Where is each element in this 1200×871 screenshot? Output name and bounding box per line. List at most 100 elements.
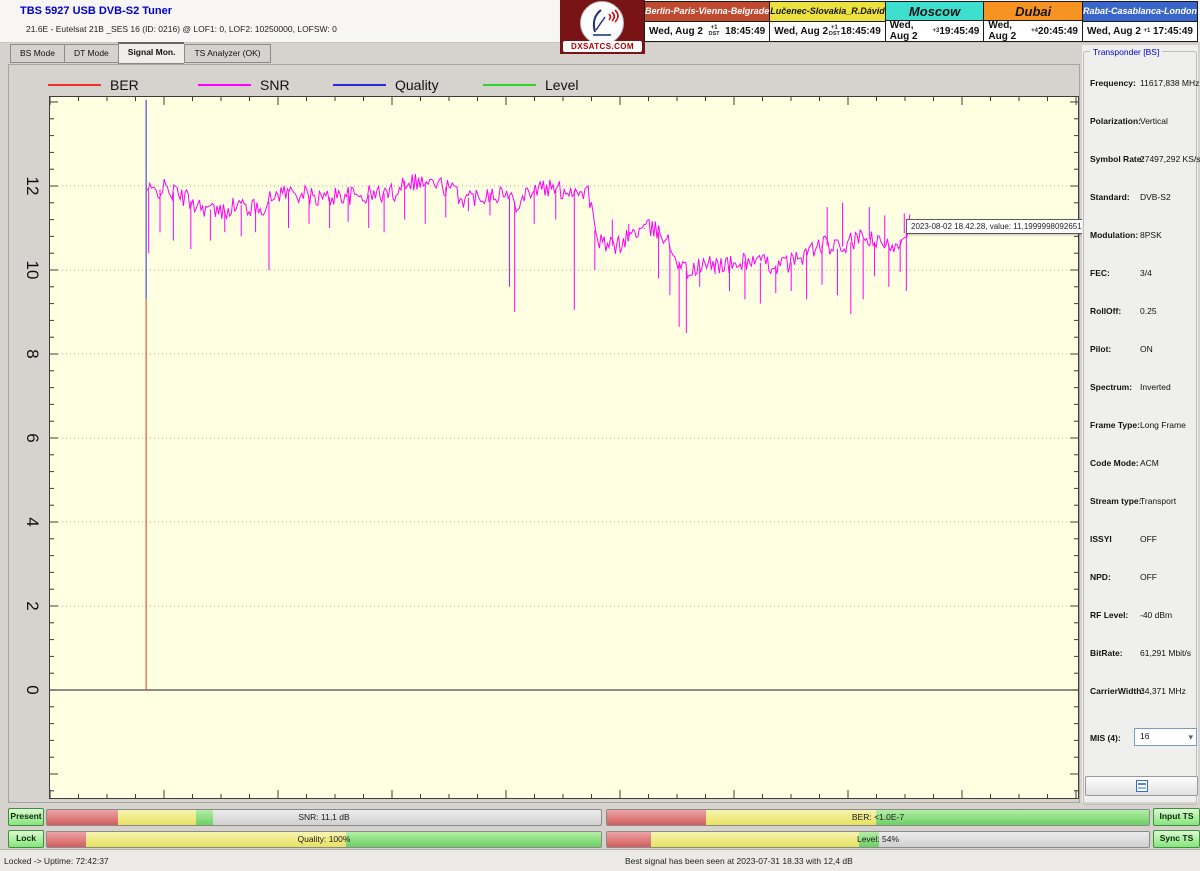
field-value: -40 dBm	[1140, 610, 1172, 620]
y-tick-label-10: 10	[22, 259, 42, 281]
window-title: TBS 5927 USB DVB-S2 Tuner	[20, 5, 172, 17]
dst-flag: DST	[709, 31, 720, 37]
field-value: OFF	[1140, 534, 1157, 544]
field-label: Frame Type:	[1090, 420, 1140, 430]
transponder-row-npd-: NPD:OFF	[1084, 572, 1196, 584]
ber-progress-bar: BER: <1.0E-7	[606, 809, 1150, 826]
transponder-row-stream-type-: Stream type:Transport	[1084, 496, 1196, 508]
clock-time: Wed, Aug 2+117:45:49	[1083, 22, 1197, 41]
bar-label: BER: <1.0E-7	[607, 810, 1149, 825]
y-tick-label-2: 2	[22, 595, 42, 617]
bar-label: SNR: 11,1 dB	[47, 810, 601, 825]
clock-time: Wed, Aug 2 +1DST 18:45:49	[645, 22, 769, 41]
field-label: Symbol Rate:	[1090, 154, 1144, 164]
clock-date: Wed, Aug 2	[1087, 26, 1141, 37]
transponder-row-symbol-rate-: Symbol Rate:27497,292 KS/s	[1084, 154, 1196, 166]
field-value: ON	[1140, 344, 1153, 354]
transponder-row-polarization-: Polarization:Vertical	[1084, 116, 1196, 128]
field-label: Standard:	[1090, 192, 1130, 202]
lock-uptime-status: Locked -> Uptime: 72:42:37	[4, 856, 109, 866]
clock-utc-offset: +1DST	[829, 25, 840, 37]
y-tick-label-6: 6	[22, 427, 42, 449]
utc-offset-value: +3	[933, 28, 940, 34]
field-label: ISSYI	[1090, 534, 1112, 544]
legend-label: BER	[110, 77, 139, 93]
clock-time-value: 17:45:49	[1153, 26, 1193, 37]
y-tick-label-0: 0	[22, 679, 42, 701]
level-progress-bar: Level: 54%	[606, 831, 1150, 848]
status-bar: Locked -> Uptime: 72:42:37 Best signal h…	[0, 849, 1200, 871]
tab-bs-mode[interactable]: BS Mode	[10, 44, 64, 63]
field-value: 27497,292 KS/s	[1140, 154, 1200, 164]
field-value: 61,291 Mbit/s	[1140, 648, 1191, 658]
dxsatcs-logo: DXSATCS.COM	[560, 0, 645, 54]
signal-plot-area[interactable]	[49, 96, 1079, 799]
legend-item-snr: SNR	[198, 76, 290, 94]
clock-utc-offset: +3	[933, 28, 940, 34]
utc-offset-value: +1	[1144, 28, 1151, 34]
y-tick-label-12: 12	[22, 175, 42, 197]
lock-indicator-button[interactable]: Lock	[8, 830, 44, 848]
world-clocks: Berlin-Paris-Vienna-BelgradeWed, Aug 2+1…	[645, 1, 1198, 42]
field-value: Vertical	[1140, 116, 1168, 126]
tab-ts-analyzer-ok-[interactable]: TS Analyzer (OK)	[184, 44, 270, 63]
present-indicator-button[interactable]: Present	[8, 808, 44, 826]
clock-city-label: Rabat-Casablanca-London	[1083, 2, 1197, 22]
field-value: 34,371 MHz	[1140, 686, 1186, 696]
snr-progress-bar: SNR: 11,1 dB	[46, 809, 602, 826]
clock-time-value: 20:45:49	[1038, 26, 1078, 37]
transponder-row-carrierwidth-: CarrierWidth:34,371 MHz	[1084, 686, 1196, 698]
clock-date: Wed, Aug 2	[890, 20, 933, 42]
transponder-sidebar: Transponder [BS] Frequency:11617,838 MHz…	[1082, 45, 1198, 802]
transponder-groupbox: Transponder [BS] Frequency:11617,838 MHz…	[1083, 51, 1197, 805]
field-value: OFF	[1140, 572, 1157, 582]
input-ts-button[interactable]: Input TS	[1153, 808, 1200, 826]
legend-label: Level	[545, 77, 578, 93]
clock-date: Wed, Aug 2	[649, 26, 703, 37]
bar-label: Level: 54%	[607, 832, 1149, 847]
field-label: RF Level:	[1090, 610, 1128, 620]
field-label: Stream type:	[1090, 496, 1142, 506]
field-value: Long Frame	[1140, 420, 1186, 430]
field-value: DVB-S2	[1140, 192, 1171, 202]
clock-5: Rabat-Casablanca-LondonWed, Aug 2+117:45…	[1082, 1, 1198, 42]
tab-dt-mode[interactable]: DT Mode	[64, 44, 118, 63]
clock-time-value: 18:45:49	[725, 26, 765, 37]
snr-trace-chart	[50, 97, 1078, 798]
field-label: Frequency:	[1090, 78, 1136, 88]
utc-offset-value: +4	[1031, 28, 1038, 34]
tab-signal-mon-[interactable]: Signal Mon.	[118, 42, 185, 64]
mis-selected-value: 16	[1140, 731, 1149, 741]
satellite-dish-icon	[580, 1, 624, 45]
transponder-title: Transponder [BS]	[1090, 47, 1162, 57]
clock-date: Wed, Aug 2	[774, 26, 828, 37]
transponder-row-frame-type-: Frame Type:Long Frame	[1084, 420, 1196, 432]
field-value: Transport	[1140, 496, 1176, 506]
clock-time: Wed, Aug 2+1DST18:45:49	[770, 22, 885, 41]
signal-chart-panel: BERSNRQualityLevel 024681012 2023-08-02 …	[8, 64, 1080, 803]
legend-line-level	[483, 84, 536, 86]
clock-utc-offset: +1DST	[709, 25, 720, 37]
best-signal-status: Best signal has been seen at 2023-07-31 …	[625, 856, 853, 866]
ts-queue-button[interactable]	[1085, 776, 1198, 796]
field-label: Spectrum:	[1090, 382, 1132, 392]
field-label: BitRate:	[1090, 648, 1123, 658]
clock-date: Wed, Aug 2	[988, 20, 1031, 42]
transponder-row-rolloff-: RollOff:0.25	[1084, 306, 1196, 318]
legend-label: SNR	[260, 77, 290, 93]
mode-tabs: BS ModeDT ModeSignal Mon.TS Analyzer (OK…	[10, 44, 271, 62]
ts-list-icon	[1136, 780, 1148, 792]
legend-label: Quality	[395, 77, 439, 93]
clock-city-label: Moscow	[886, 2, 984, 21]
transponder-row-fec-: FEC: 3/4	[1084, 268, 1196, 280]
transponder-row-code-mode-: Code Mode:ACM	[1084, 458, 1196, 470]
transponder-row-modulation-: Modulation:8PSK	[1084, 230, 1196, 242]
field-value: 3/4	[1140, 268, 1152, 278]
chart-tooltip: 2023-08-02 18.42.28, value: 11,199999809…	[906, 219, 1087, 234]
mis-select[interactable]: 16 ▾	[1134, 728, 1197, 746]
sync-ts-button[interactable]: Sync TS	[1153, 830, 1200, 848]
field-value: 0.25	[1140, 306, 1157, 316]
field-label: FEC:	[1090, 268, 1110, 278]
clock-time-value: 18:45:49	[841, 26, 881, 37]
chevron-down-icon: ▾	[1188, 730, 1193, 745]
